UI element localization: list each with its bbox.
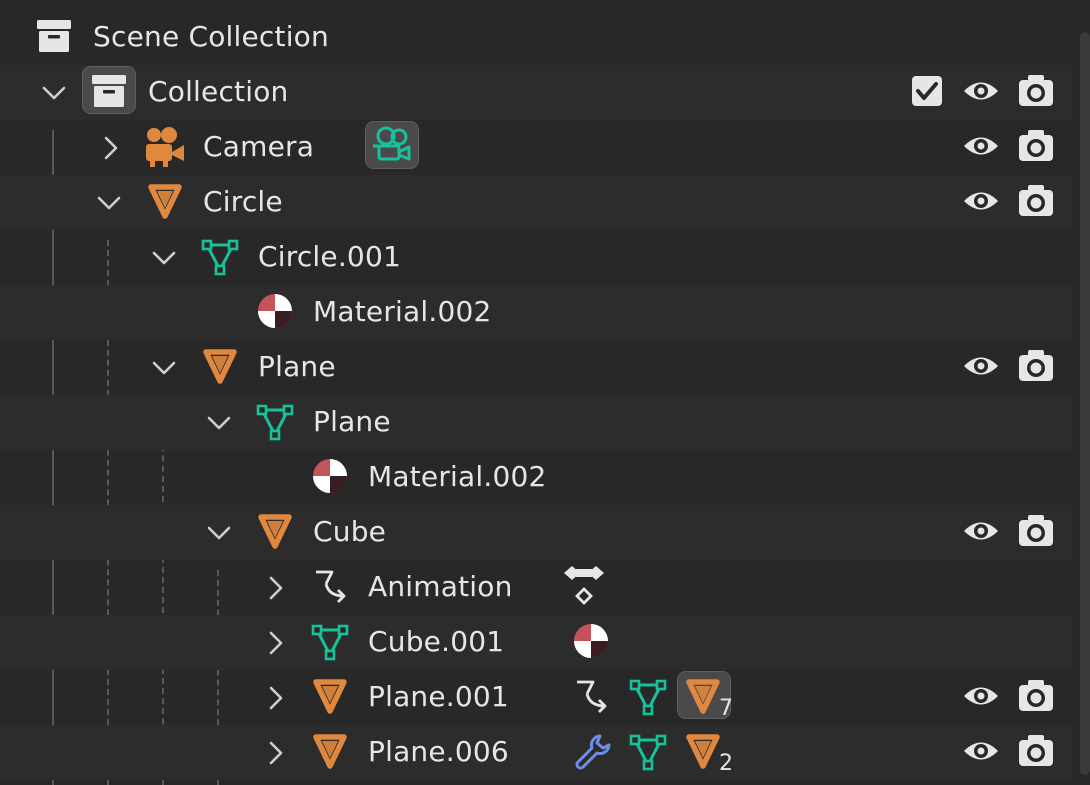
- material-002-row[interactable]: Material.002: [0, 450, 1072, 505]
- chevron-right-icon[interactable]: [262, 684, 290, 712]
- mesh-data-icon: [310, 621, 350, 661]
- chevron-right-icon[interactable]: [97, 134, 125, 162]
- cube-row[interactable]: Cube: [0, 505, 1072, 560]
- mesh-data-icon: [200, 236, 240, 276]
- row-label: Material.002: [313, 295, 492, 328]
- animation-icon[interactable]: [571, 676, 611, 716]
- chevron-right-icon[interactable]: [262, 739, 290, 767]
- row-label: Scene Collection: [93, 20, 329, 53]
- plane-row[interactable]: Plane: [0, 340, 1072, 395]
- eye-icon[interactable]: [961, 126, 1001, 166]
- chevron-down-icon[interactable]: [150, 244, 178, 272]
- camera-render-icon[interactable]: [1016, 71, 1056, 111]
- camera-render-icon[interactable]: [1016, 346, 1056, 386]
- mesh-object-icon: [255, 511, 295, 551]
- camera-render-icon[interactable]: [1016, 126, 1056, 166]
- plane-006-row[interactable]: Plane.006 2: [0, 725, 1072, 780]
- scene-collection-row[interactable]: Scene Collection: [0, 10, 1072, 65]
- chevron-down-icon[interactable]: [205, 519, 233, 547]
- eye-icon[interactable]: [961, 676, 1001, 716]
- chevron-right-icon[interactable]: [262, 629, 290, 657]
- camera-render-icon[interactable]: [1016, 731, 1056, 771]
- row-label: Animation: [368, 570, 513, 603]
- mesh-object-icon: [310, 676, 350, 716]
- animation-row[interactable]: Animation: [0, 560, 1072, 615]
- mesh-object-icon: [683, 676, 723, 716]
- row-label: Camera: [203, 130, 315, 163]
- keyframe-icon[interactable]: [562, 563, 606, 607]
- camera-row[interactable]: Camera: [0, 120, 1072, 175]
- outliner-panel: Scene Collection Collection Camera Circl…: [0, 10, 1072, 785]
- camera-render-icon[interactable]: [1016, 676, 1056, 716]
- plane-001-row[interactable]: Plane.001 7: [0, 670, 1072, 725]
- collection-icon: [89, 71, 129, 111]
- exclude-checkbox-icon[interactable]: [907, 71, 947, 111]
- chevron-down-icon[interactable]: [40, 79, 68, 107]
- mesh-data-icon: [255, 401, 295, 441]
- vertical-scrollbar[interactable]: [1080, 32, 1090, 775]
- camera-render-icon[interactable]: [1016, 181, 1056, 221]
- mesh-data-icon[interactable]: [628, 676, 668, 716]
- child-count: 7: [719, 696, 733, 721]
- animation-icon: [310, 566, 350, 606]
- row-label: Plane.006: [368, 735, 509, 768]
- material-002-row[interactable]: Material.002: [0, 285, 1072, 340]
- circle-001-row[interactable]: Circle.001: [0, 230, 1072, 285]
- circle-row[interactable]: Circle: [0, 175, 1072, 230]
- mesh-object-icon: [200, 346, 240, 386]
- wrench-modifier-icon[interactable]: [573, 731, 613, 771]
- scene-collection-icon: [34, 16, 74, 56]
- eye-icon[interactable]: [961, 181, 1001, 221]
- chevron-down-icon[interactable]: [95, 189, 123, 217]
- eye-icon[interactable]: [961, 511, 1001, 551]
- collection-row[interactable]: Collection: [0, 65, 1072, 120]
- mesh-object-icon[interactable]: [683, 731, 723, 771]
- eye-icon[interactable]: [961, 731, 1001, 771]
- cube-001-row[interactable]: Cube.001: [0, 615, 1072, 670]
- mesh-object-icon: [145, 181, 185, 221]
- camera-data-icon: [370, 123, 414, 167]
- row-label: Circle: [203, 185, 283, 218]
- material-icon: [310, 456, 350, 496]
- camera-render-icon[interactable]: [1016, 511, 1056, 551]
- row-label: Plane: [258, 350, 336, 383]
- row-label: Plane: [313, 405, 391, 438]
- mesh-data-icon[interactable]: [628, 731, 668, 771]
- chevron-right-icon[interactable]: [262, 574, 290, 602]
- eye-icon[interactable]: [961, 71, 1001, 111]
- row-label: Cube.001: [368, 625, 505, 658]
- eye-icon[interactable]: [961, 346, 1001, 386]
- row-label: Cube: [313, 515, 387, 548]
- row-label: Plane.001: [368, 680, 509, 713]
- material-icon[interactable]: [571, 621, 611, 661]
- child-count: 2: [719, 751, 733, 776]
- row-label: Collection: [148, 75, 289, 108]
- chevron-down-icon[interactable]: [205, 409, 233, 437]
- chevron-down-icon[interactable]: [150, 354, 178, 382]
- row-label: Circle.001: [258, 240, 401, 273]
- material-icon: [255, 291, 295, 331]
- plane-mesh-row[interactable]: Plane: [0, 395, 1072, 450]
- row-label: Material.002: [368, 460, 547, 493]
- mesh-object-icon: [310, 731, 350, 771]
- camera-object-icon: [142, 125, 186, 169]
